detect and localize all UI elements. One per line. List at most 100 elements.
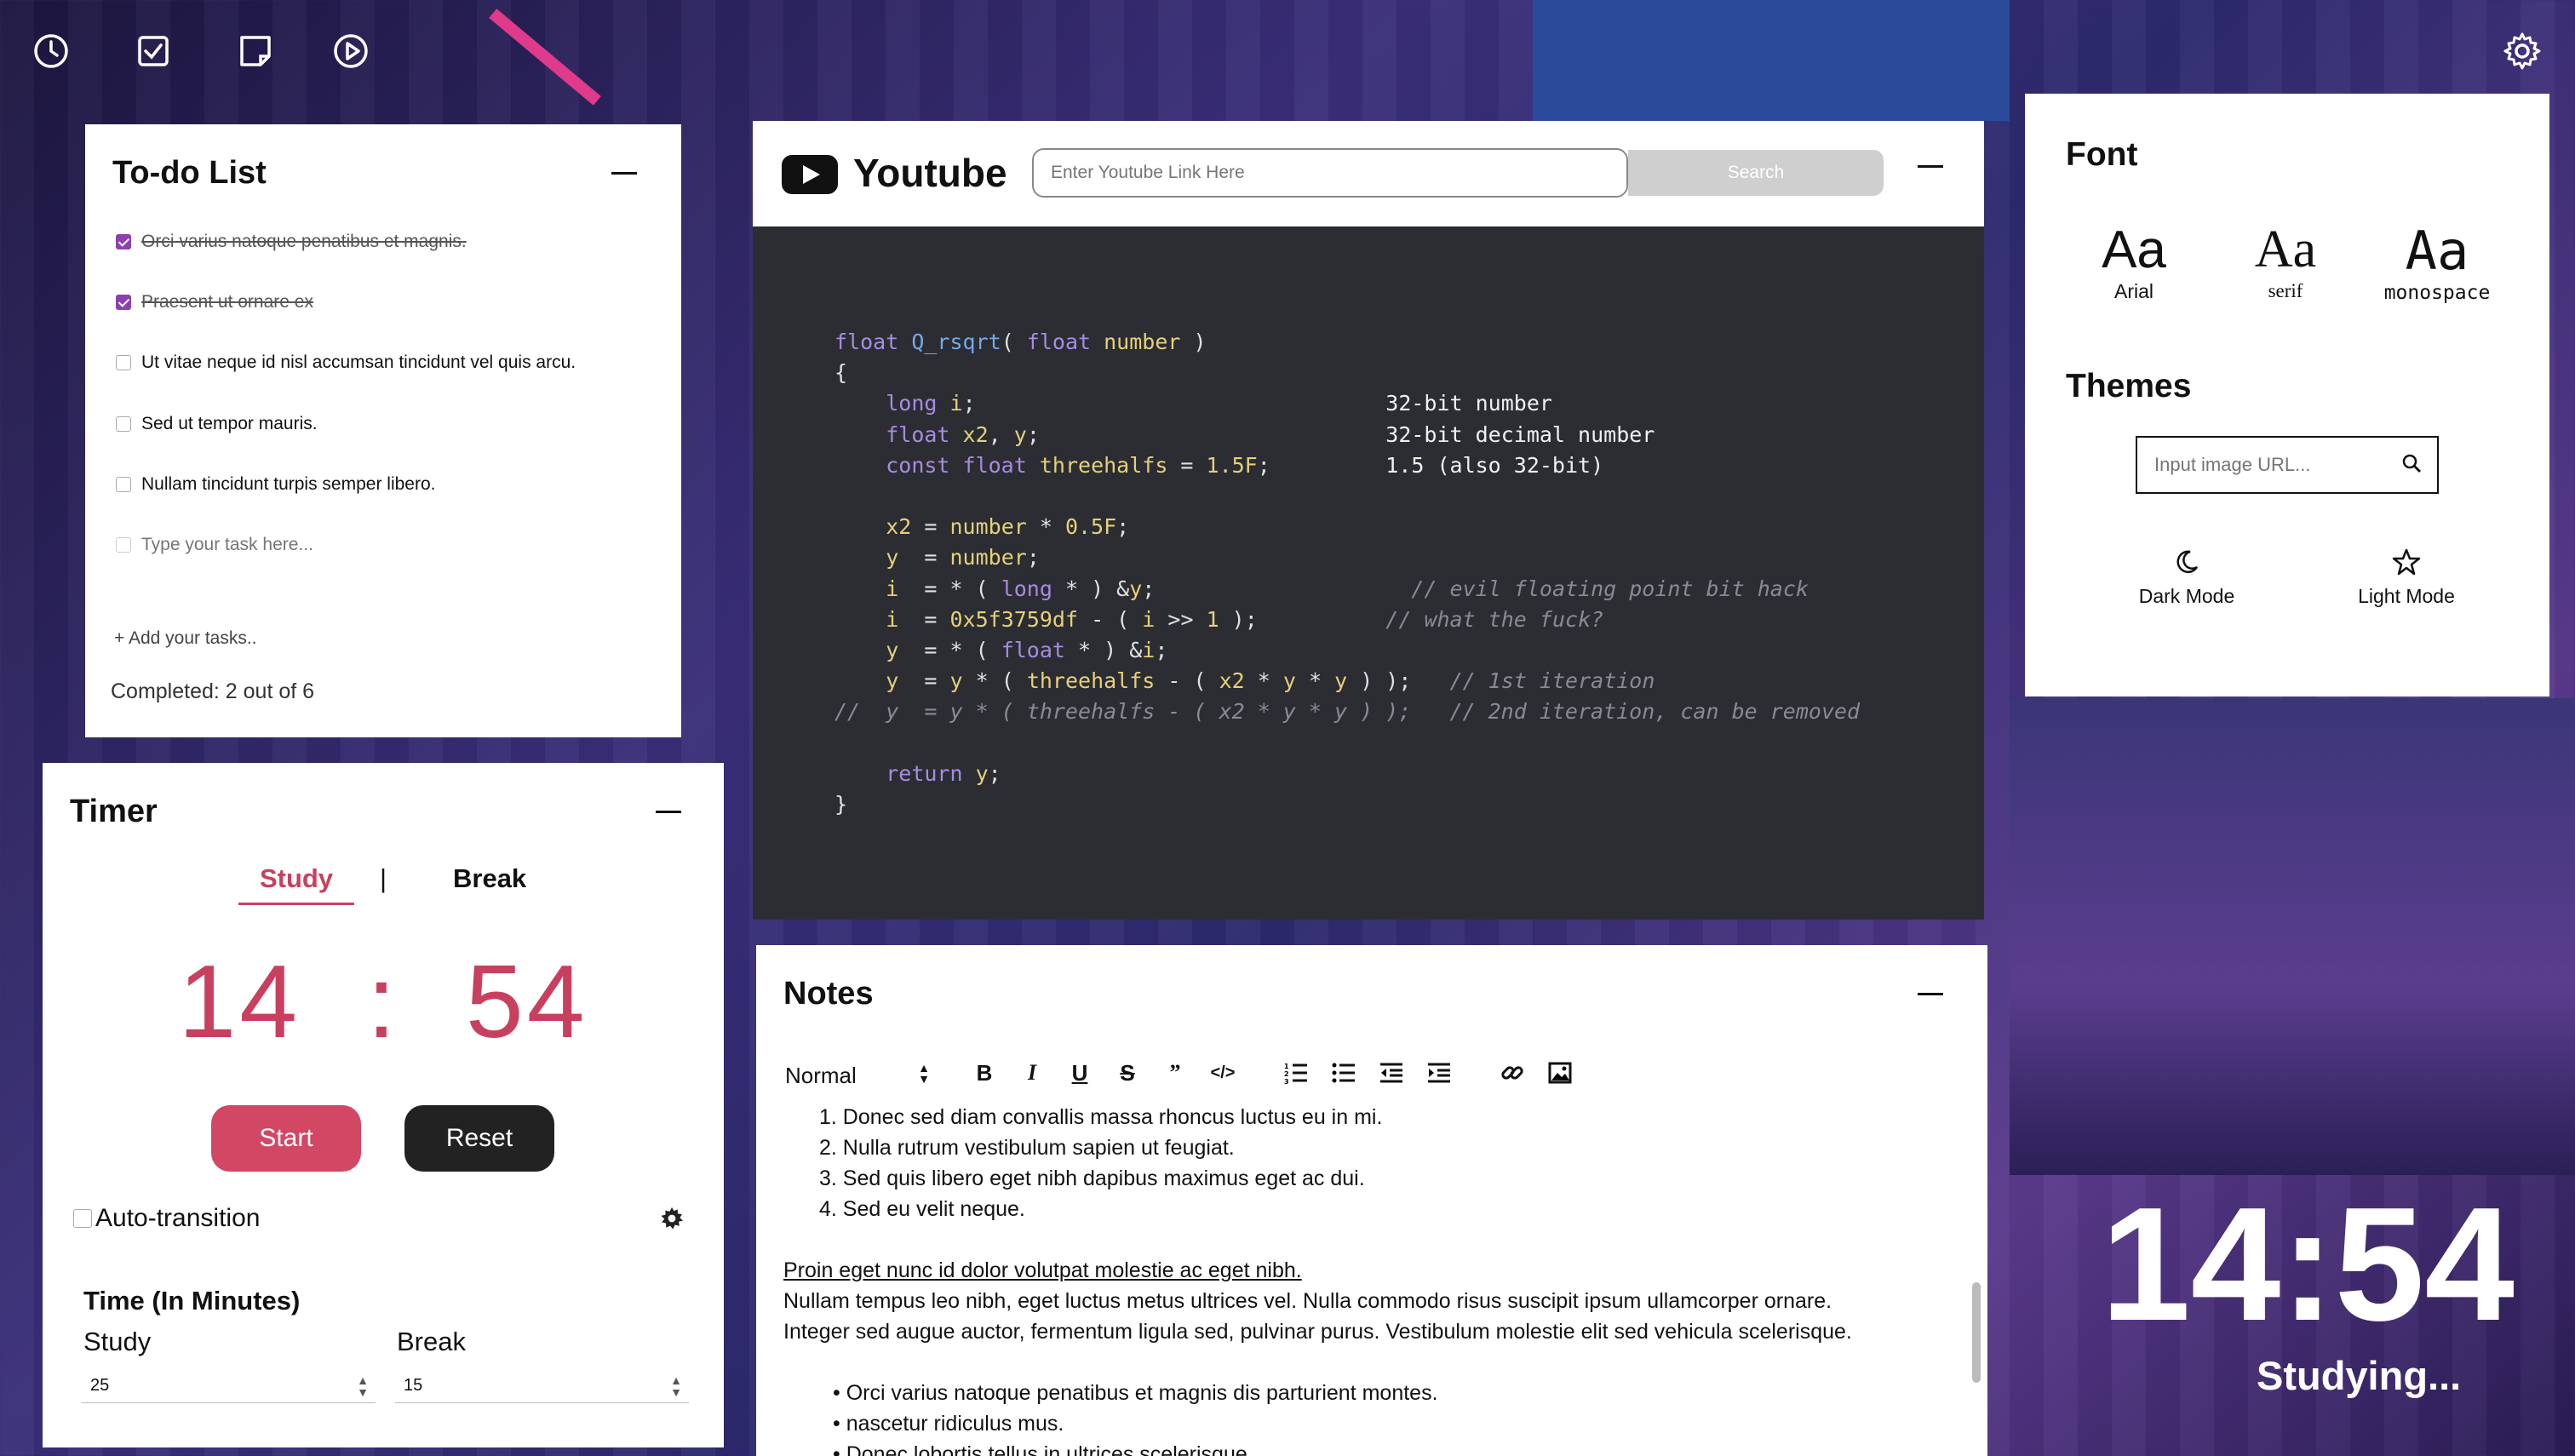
notes-paragraph: Integer sed augue auctor, fermentum ligu… [783,1320,1852,1344]
status-label: Studying... [2257,1353,2462,1398]
tab-divider: | [380,863,387,893]
format-select-value: Normal [785,1063,857,1088]
todo-item-text: Nullam tincidunt turpis semper libero. [141,474,436,494]
checkbox[interactable] [116,537,131,553]
auto-transition-checkbox[interactable] [73,1209,92,1228]
stepper-icon[interactable]: ▲ ▼ [357,1374,369,1398]
todo-item-text: Orci varius natoque penatibus et magnis. [141,232,467,251]
youtube-link-input[interactable] [1034,150,1626,196]
todo-item[interactable]: Orci varius natoque penatibus et magnis. [116,232,467,252]
new-task-row [116,535,584,555]
todo-item[interactable]: Nullam tincidunt turpis semper libero. [116,474,435,495]
tab-break[interactable]: Break [453,863,526,894]
ordered-list-icon[interactable]: 123 [1282,1059,1310,1086]
gear-icon[interactable] [659,1206,685,1235]
notes-ordered-list[interactable]: 1. Donec sed diam convallis massa rhoncu… [819,1102,1382,1224]
youtube-title: Youtube [853,151,1007,195]
underline-icon[interactable]: U [1066,1059,1093,1086]
tab-study[interactable]: Study [238,863,354,905]
light-mode-button[interactable]: Light Mode [2330,548,2483,608]
stepper-icon[interactable]: ▲ ▼ [670,1374,682,1398]
outdent-icon[interactable] [1378,1059,1405,1086]
play-circle-icon[interactable] [330,31,371,72]
youtube-panel: Youtube Search [753,121,1984,226]
youtube-search-bar [1032,148,1628,198]
indent-icon[interactable] [1425,1059,1453,1086]
image-icon[interactable] [1546,1059,1574,1086]
dark-mode-label: Dark Mode [2138,585,2235,607]
select-arrows-icon: ▲ ▼ [918,1061,930,1086]
gear-icon[interactable] [2502,31,2543,72]
reset-button[interactable]: Reset [404,1105,554,1172]
font-label: Arial [2113,280,2153,302]
todo-item[interactable]: Sed ut tempor mauris. [116,414,318,434]
todo-item[interactable]: Ut vitae neque id nisl accumsan tincidun… [116,353,576,373]
checkbox-icon[interactable] [133,31,174,72]
video-player[interactable]: float Q_rsqrt( float number ) { long i; … [753,226,1984,920]
moon-icon [2176,550,2199,573]
settings-panel: Font Aa Arial Aa serif Aa monospace Them… [2025,94,2549,696]
minimize-youtube-button[interactable] [1916,152,1945,181]
blockquote-icon[interactable]: ” [1161,1059,1189,1086]
list-item: 2. Nulla rutrum vestibulum sapien ut feu… [819,1136,1235,1160]
background-building [1533,0,2010,121]
theme-url-input[interactable] [2137,454,2401,476]
minimize-todo-button[interactable] [610,158,639,187]
checkbox-checked[interactable] [116,295,131,310]
minimize-notes-button[interactable] [1916,979,1945,1008]
minimize-timer-button[interactable] [654,797,683,826]
italic-icon[interactable]: I [1018,1059,1046,1086]
clock-display: 14:54 [2101,1174,2515,1355]
sticky-note-icon[interactable] [235,31,276,72]
svg-text:1: 1 [1284,1063,1289,1070]
strikethrough-icon[interactable]: S [1114,1059,1141,1086]
youtube-logo-icon [782,155,838,194]
notes-scrollbar[interactable] [1972,1282,1981,1383]
checkbox[interactable] [116,477,131,492]
code-block-icon[interactable]: </> [1209,1059,1236,1086]
notes-link[interactable]: Proin eget nunc id dolor volutpat molest… [783,1255,1852,1286]
clock-icon[interactable] [31,31,72,72]
todo-item[interactable]: Praesent ut ornare ex [116,292,313,312]
todo-title: To-do List [112,155,267,191]
font-title: Font [2066,136,2138,173]
start-button[interactable]: Start [211,1105,361,1172]
timer-colon: : [367,943,399,1059]
notes-bullet-list[interactable]: • Orci varius natoque penatibus et magni… [833,1378,1438,1456]
list-item: 1. Donec sed diam convallis massa rhoncu… [819,1105,1383,1129]
background-building [2010,698,2575,1175]
font-option-arial[interactable]: Aa Arial [2066,220,2202,303]
font-option-monospace[interactable]: Aa monospace [2369,220,2505,304]
checkbox-checked[interactable] [116,234,131,249]
notes-paragraph: Nullam tempus leo nibh, eget luctus metu… [783,1289,1832,1313]
bold-icon[interactable]: B [971,1059,998,1086]
themes-title: Themes [2066,368,2192,404]
todo-item-text: Ut vitae neque id nisl accumsan tincidun… [141,353,576,372]
list-item: • Donec lobortis tellus in ultrices scel… [833,1442,1253,1456]
timer-seconds: 54 [465,943,588,1059]
search-icon[interactable] [2401,453,2422,478]
break-minutes-input[interactable]: 15 ▲ ▼ [395,1371,689,1403]
font-option-serif[interactable]: Aa serif [2217,220,2354,302]
study-minutes-input[interactable]: 25 ▲ ▼ [82,1371,376,1403]
break-minutes-label: Break [397,1327,466,1356]
notes-title: Notes [783,976,874,1012]
list-item: 3. Sed quis libero eget nibh dapibus max… [819,1167,1365,1190]
break-minutes-value: 15 [404,1376,423,1395]
add-task-button[interactable]: + Add your tasks.. [114,628,257,649]
dark-mode-button[interactable]: Dark Mode [2110,548,2263,608]
timer-minutes: 14 [178,943,301,1059]
checkbox[interactable] [116,355,131,370]
study-minutes-value: 25 [90,1376,110,1395]
notes-paragraphs[interactable]: Proin eget nunc id dolor volutpat molest… [783,1255,1852,1347]
svg-text:3: 3 [1284,1078,1289,1084]
bullet-list-icon[interactable] [1330,1059,1357,1086]
youtube-search-button[interactable]: Search [1628,150,1884,196]
checkbox[interactable] [116,416,131,432]
link-icon[interactable] [1499,1059,1526,1086]
todo-item-text: Sed ut tempor mauris. [141,414,318,433]
new-task-input[interactable] [141,535,584,555]
star-icon [2392,548,2421,576]
list-item: • nascetur ridiculus mus. [833,1412,1064,1436]
format-select[interactable]: Normal ▲ ▼ [785,1061,930,1089]
